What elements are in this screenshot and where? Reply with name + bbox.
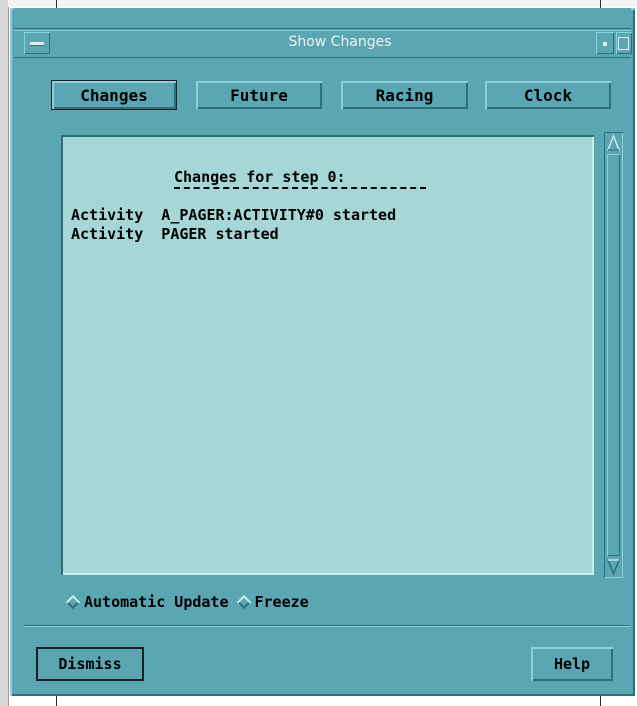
scroll-up-arrow-icon[interactable] [607,134,620,152]
update-mode-options: Automatic Update Freeze [64,592,315,612]
freeze-radio[interactable]: Freeze [235,593,309,611]
freeze-label: Freeze [254,593,309,611]
minimize-button[interactable] [596,32,614,54]
desktop-top-strip [8,0,637,7]
tab-changes[interactable]: Changes [51,80,177,110]
tab-racing[interactable]: Racing [341,81,468,109]
dismiss-button[interactable]: Dismiss [36,647,144,681]
divider [24,625,630,627]
header-underline [174,187,426,189]
window-frame-top [14,8,631,29]
window-title: Show Changes [288,34,392,50]
tab-clock[interactable]: Clock [485,81,611,109]
window-menu-button[interactable] [24,32,50,54]
automatic-update-label: Automatic Update [84,593,229,611]
changes-text-area[interactable]: Changes for step 0: Activity A_PAGER:ACT… [61,135,594,575]
desktop-left-strip [0,0,9,706]
maximize-icon [618,37,629,50]
output-line: Activity PAGER started [71,225,279,243]
output-line: Activity A_PAGER:ACTIVITY#0 started [71,206,397,224]
minimize-icon [603,42,607,46]
scroll-thumb[interactable] [607,154,620,556]
maximize-button[interactable] [616,32,632,54]
help-button[interactable]: Help [531,647,613,681]
automatic-update-radio[interactable]: Automatic Update [64,593,229,611]
vertical-scrollbar[interactable] [604,132,623,578]
radio-diamond-icon [236,594,251,610]
radio-diamond-icon [65,594,81,610]
tab-future[interactable]: Future [196,81,322,109]
changes-header: Changes for step 0: [174,168,346,186]
window-menu-icon [30,42,44,45]
scroll-down-arrow-icon[interactable] [607,558,620,576]
show-changes-window: Show Changes Changes Future Racing Clock… [10,8,635,696]
